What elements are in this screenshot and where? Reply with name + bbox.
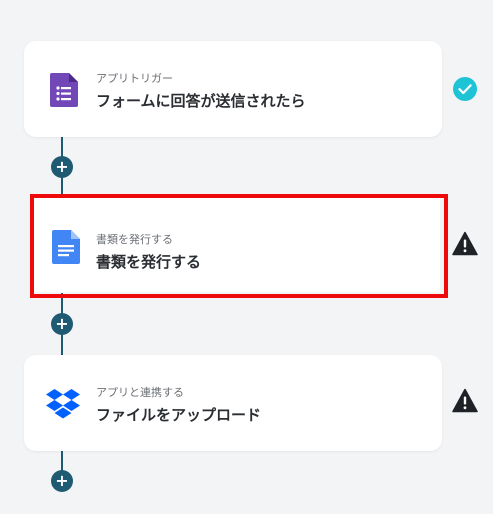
flow-canvas: + + + アプリトリガー フォームに回答が送信されたら 書類を発行する 書類を… <box>0 0 493 514</box>
flow-step-card-docs[interactable]: 書類を発行する 書類を発行する <box>32 198 440 292</box>
add-step-button[interactable]: + <box>51 470 73 492</box>
flow-step-card-trigger[interactable]: アプリトリガー フォームに回答が送信されたら <box>24 41 442 137</box>
plus-icon: + <box>55 470 69 490</box>
flow-step-card-dropbox[interactable]: アプリと連携する ファイルをアップロード <box>24 355 442 451</box>
step-title: フォームに回答が送信されたら <box>96 92 306 110</box>
step-subtitle: 書類を発行する <box>96 233 173 246</box>
step-subtitle: アプリトリガー <box>96 72 173 85</box>
add-step-button[interactable]: + <box>51 313 73 335</box>
add-step-button[interactable]: + <box>51 156 73 178</box>
step-subtitle: アプリと連携する <box>96 386 184 399</box>
dropbox-icon <box>46 389 80 419</box>
google-forms-icon <box>50 73 78 107</box>
step-title: 書類を発行する <box>96 253 202 271</box>
warning-icon <box>452 231 478 256</box>
plus-icon: + <box>55 156 69 176</box>
warning-icon <box>452 388 478 413</box>
plus-icon: + <box>55 313 69 333</box>
google-docs-icon <box>52 230 80 264</box>
check-circle-icon <box>453 77 477 101</box>
step-title: ファイルをアップロード <box>96 406 262 424</box>
